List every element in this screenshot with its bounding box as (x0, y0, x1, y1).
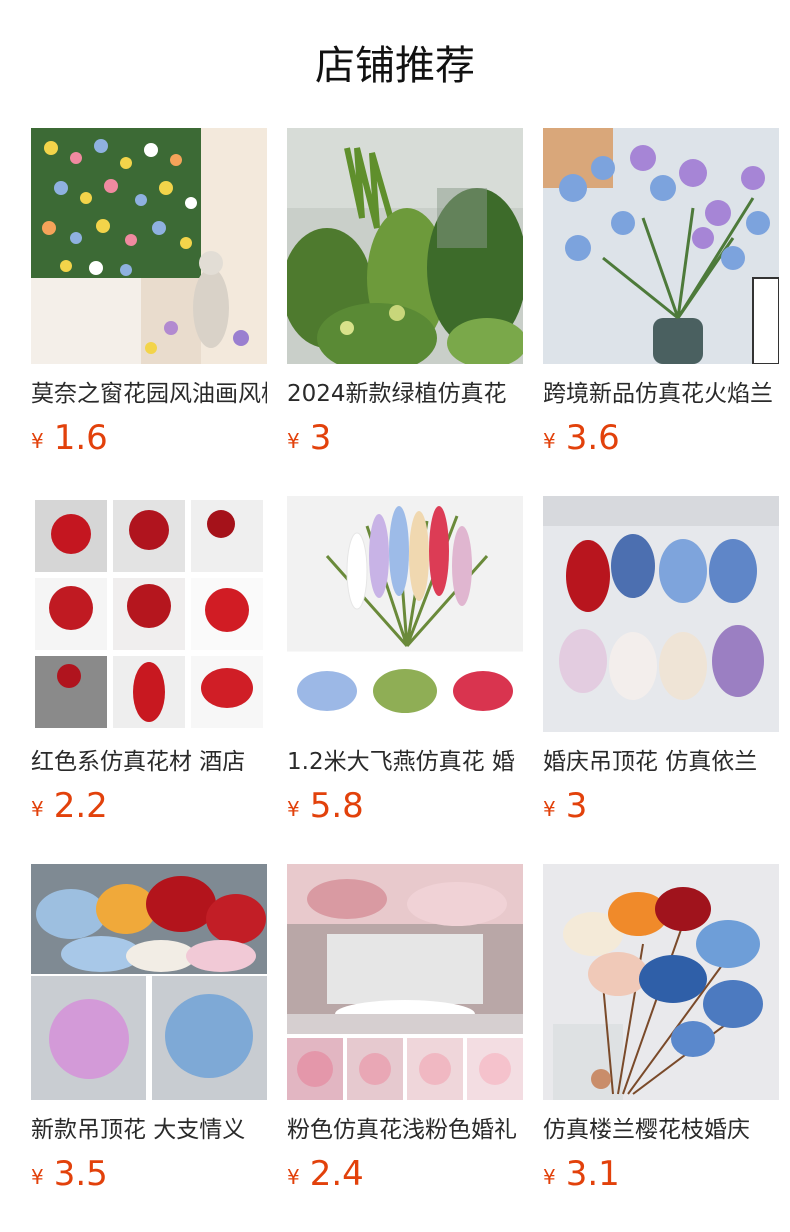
product-name[interactable]: 红色系仿真花材 酒店 (31, 746, 267, 782)
product-image[interactable] (543, 864, 779, 1100)
price-value: 3.6 (565, 418, 620, 458)
currency-symbol: ¥ (31, 429, 44, 453)
product-price: ¥2.4 (287, 1154, 364, 1194)
product-price: ¥3 (287, 418, 331, 458)
product-image[interactable] (543, 128, 779, 364)
currency-symbol: ¥ (31, 1165, 44, 1189)
product-name[interactable]: 1.2米大飞燕仿真花 婚 (287, 746, 523, 782)
product-price: ¥3.5 (31, 1154, 108, 1194)
product-card[interactable]: 2024新款绿植仿真花 ¥3 (287, 128, 523, 496)
product-card[interactable]: 1.2米大飞燕仿真花 婚 ¥5.8 (287, 496, 523, 864)
product-image[interactable] (287, 864, 523, 1100)
product-name[interactable]: 2024新款绿植仿真花 (287, 378, 523, 414)
product-name[interactable]: 粉色仿真花浅粉色婚礼 (287, 1114, 523, 1150)
product-name[interactable]: 婚庆吊顶花 仿真依兰 (543, 746, 779, 782)
currency-symbol: ¥ (287, 797, 300, 821)
product-image[interactable] (31, 128, 267, 364)
product-price: ¥1.6 (31, 418, 108, 458)
page-title: 店铺推荐 (315, 43, 475, 89)
currency-symbol: ¥ (287, 1165, 300, 1189)
product-card[interactable]: 红色系仿真花材 酒店 ¥2.2 (31, 496, 267, 864)
product-image[interactable] (31, 496, 267, 732)
currency-symbol: ¥ (31, 797, 44, 821)
currency-symbol: ¥ (543, 797, 556, 821)
currency-symbol: ¥ (543, 1165, 556, 1189)
price-value: 3 (309, 418, 332, 458)
product-card[interactable]: 新款吊顶花 大支情义 ¥3.5 (31, 864, 267, 1232)
product-card[interactable]: 婚庆吊顶花 仿真依兰 ¥3 (543, 496, 779, 864)
product-price: ¥2.2 (31, 786, 108, 826)
product-name[interactable]: 跨境新品仿真花火焰兰 (543, 378, 779, 414)
currency-symbol: ¥ (287, 429, 300, 453)
product-card[interactable]: 仿真楼兰樱花枝婚庆 ¥3.1 (543, 864, 779, 1232)
price-value: 2.2 (53, 786, 108, 826)
shop-recommendation-page: 店铺推荐 莫奈之窗花园风油画风 ¥ 1.6 2024新款绿植仿真花 ¥ 3 跨境… (0, 0, 790, 1232)
product-card[interactable]: 跨境新品仿真花火焰兰 ¥3.6 (543, 128, 779, 496)
product-name[interactable]: 新款吊顶花 大支情义 (31, 1114, 267, 1150)
product-image[interactable] (287, 496, 523, 732)
product-name[interactable]: 仿真楼兰樱花枝婚庆 (543, 1114, 779, 1150)
currency-symbol: ¥ (543, 429, 556, 453)
product-price: ¥3.6 (543, 418, 620, 458)
price-value: 2.4 (309, 1154, 364, 1194)
product-image[interactable] (543, 496, 779, 732)
price-value: 3.1 (565, 1154, 620, 1194)
price-value: 3 (565, 786, 588, 826)
product-card[interactable]: 粉色仿真花浅粉色婚礼 ¥2.4 (287, 864, 523, 1232)
product-image[interactable] (287, 128, 523, 364)
price-value: 3.5 (53, 1154, 108, 1194)
product-name[interactable]: 莫奈之窗花园风油画风格仿真花墙 (31, 378, 267, 414)
product-price: ¥3.1 (543, 1154, 620, 1194)
product-price: ¥5.8 (287, 786, 364, 826)
price-value: 1.6 (53, 418, 108, 458)
product-image[interactable] (31, 864, 267, 1100)
price-value: 5.8 (309, 786, 364, 826)
product-price: ¥3 (543, 786, 587, 826)
product-grid: 莫奈之窗花园风油画风格仿真花墙 ¥1.6 (31, 128, 780, 1232)
product-card[interactable]: 莫奈之窗花园风油画风格仿真花墙 ¥1.6 (31, 128, 267, 496)
